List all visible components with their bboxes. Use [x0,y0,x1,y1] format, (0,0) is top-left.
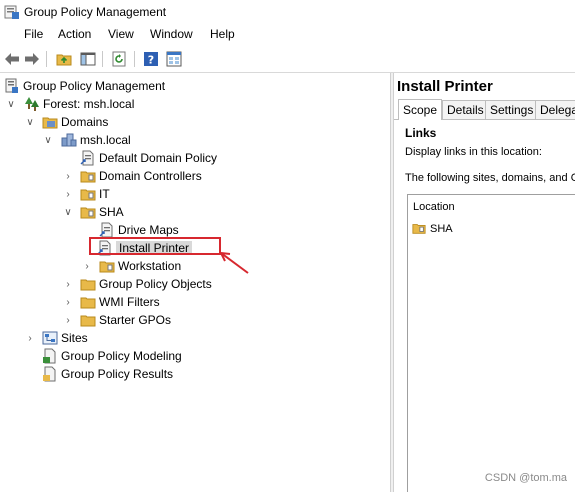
ou-folder-icon [80,186,96,202]
folder-icon [80,294,96,310]
column-header-location[interactable]: Location [413,201,455,213]
forward-arrow-icon[interactable] [23,50,41,68]
svg-text:?: ? [148,54,154,67]
modeling-icon [42,348,58,364]
folder-icon [80,312,96,328]
tree-label: Drive Maps [118,223,179,237]
tree-item-default-domain-policy[interactable]: Default Domain Policy [80,149,217,167]
tree-label: WMI Filters [99,295,160,309]
chevron-down-icon[interactable]: ∨ [6,95,16,113]
chevron-right-icon[interactable]: › [63,275,73,293]
console-tree: Group Policy Management ∨ Forest: msh.lo… [0,73,390,492]
refresh-icon[interactable] [110,50,128,68]
tree-item-forest[interactable]: Forest: msh.local [24,95,134,113]
tree-label: Starter GPOs [99,313,172,327]
linked-locations-label: The following sites, domains, and OU [405,172,575,184]
gpo-link-icon [99,222,115,238]
chevron-right-icon[interactable]: › [82,257,92,275]
forest-icon [24,96,40,112]
tree-item-modeling[interactable]: Group Policy Modeling [42,347,182,365]
gpm-app-icon [4,4,20,23]
tab-scope[interactable]: Scope [398,99,443,120]
tree-label: msh.local [80,133,131,147]
links-heading: Links [405,126,437,140]
details-pane: Install Printer Scope Details Settings D… [394,73,575,492]
chevron-right-icon[interactable]: › [63,185,73,203]
show-hide-tree-icon[interactable] [79,50,97,68]
menu-action[interactable]: Action [58,27,91,41]
tree-item-sha[interactable]: SHA [80,203,124,221]
tree-label: Workstation [118,259,182,273]
annotation-arrow-icon [220,252,249,274]
display-links-label: Display links in this location: [405,146,542,158]
tree-item-domain-controllers[interactable]: Domain Controllers [80,167,202,185]
toolbar-separator [102,51,103,67]
menu-bar: File Action View Window Help [0,24,575,44]
tree-item-domain[interactable]: msh.local [61,131,131,149]
details-tabs: Scope Details Settings Delega [394,99,575,120]
tree-label: Group Policy Modeling [61,349,182,363]
tab-delegation[interactable]: Delega [535,100,575,119]
details-title: Install Printer [397,78,493,95]
menu-file[interactable]: File [24,27,43,41]
annotation-highlight-box [89,237,221,255]
domains-folder-icon [42,114,58,130]
ou-folder-icon [80,204,96,220]
sites-icon [42,330,58,346]
tree-label: Domains [61,115,109,129]
tree-item-workstation[interactable]: Workstation [99,257,181,275]
tree-item-sites[interactable]: Sites [42,329,88,347]
ou-folder-icon [412,221,428,237]
tree-item-gpo[interactable]: Group Policy Objects [80,275,212,293]
toolbar-separator [134,51,135,67]
chevron-down-icon[interactable]: ∨ [25,113,35,131]
menu-view[interactable]: View [108,27,134,41]
chevron-right-icon[interactable]: › [63,311,73,329]
results-icon [42,366,58,382]
properties-icon[interactable] [165,50,183,68]
toolbar-separator [46,51,47,67]
tree-label: Group Policy Management [23,79,166,93]
list-item[interactable]: SHA [412,221,453,237]
watermark: CSDN @tom.ma [484,472,567,484]
tree-item-root[interactable]: Group Policy Management [4,77,165,95]
ou-folder-icon [80,168,96,184]
gpo-link-icon [80,150,96,166]
tab-settings[interactable]: Settings [485,100,539,119]
tree-label: Forest: msh.local [43,97,135,111]
folder-up-icon[interactable] [55,50,73,68]
help-icon[interactable]: ? [142,50,160,68]
tree-item-results[interactable]: Group Policy Results [42,365,173,383]
tree-label: Default Domain Policy [99,151,218,165]
menu-window[interactable]: Window [150,27,193,41]
chevron-right-icon[interactable]: › [63,293,73,311]
back-arrow-icon[interactable] [3,50,21,68]
toolbar: ? [0,46,575,73]
tree-item-domains[interactable]: Domains [42,113,108,131]
window-title: Group Policy Management [24,5,167,19]
folder-icon [80,276,96,292]
ou-folder-icon [99,258,115,274]
tree-label: Group Policy Objects [99,277,212,291]
title-bar: Group Policy Management [0,0,575,24]
tree-item-starter[interactable]: Starter GPOs [80,311,171,329]
tree-label: SHA [99,205,124,219]
tab-details[interactable]: Details [442,100,489,119]
tree-item-wmi[interactable]: WMI Filters [80,293,160,311]
tree-label: Sites [61,331,88,345]
links-list[interactable]: Location SHA [407,194,575,492]
location-label: SHA [430,223,453,235]
tree-label: Group Policy Results [61,367,174,381]
tree-item-it[interactable]: IT [80,185,110,203]
chevron-down-icon[interactable]: ∨ [43,131,53,149]
tree-label: Domain Controllers [99,169,202,183]
chevron-right-icon[interactable]: › [25,329,35,347]
menu-help[interactable]: Help [210,27,235,41]
chevron-right-icon[interactable]: › [63,167,73,185]
tree-label: IT [99,187,110,201]
domain-icon [61,132,77,148]
gpm-root-icon [4,78,20,94]
chevron-down-icon[interactable]: ∨ [63,203,73,221]
